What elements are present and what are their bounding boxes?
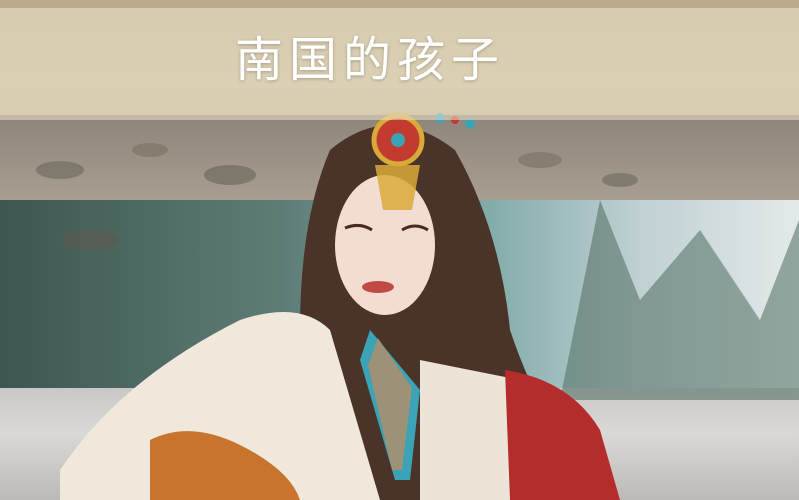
- caption-title: 南国的孩子: [234, 32, 505, 88]
- photo-scene: 南国的孩子: [0, 0, 799, 500]
- lips: [362, 281, 394, 293]
- tree-reflection: [560, 200, 799, 400]
